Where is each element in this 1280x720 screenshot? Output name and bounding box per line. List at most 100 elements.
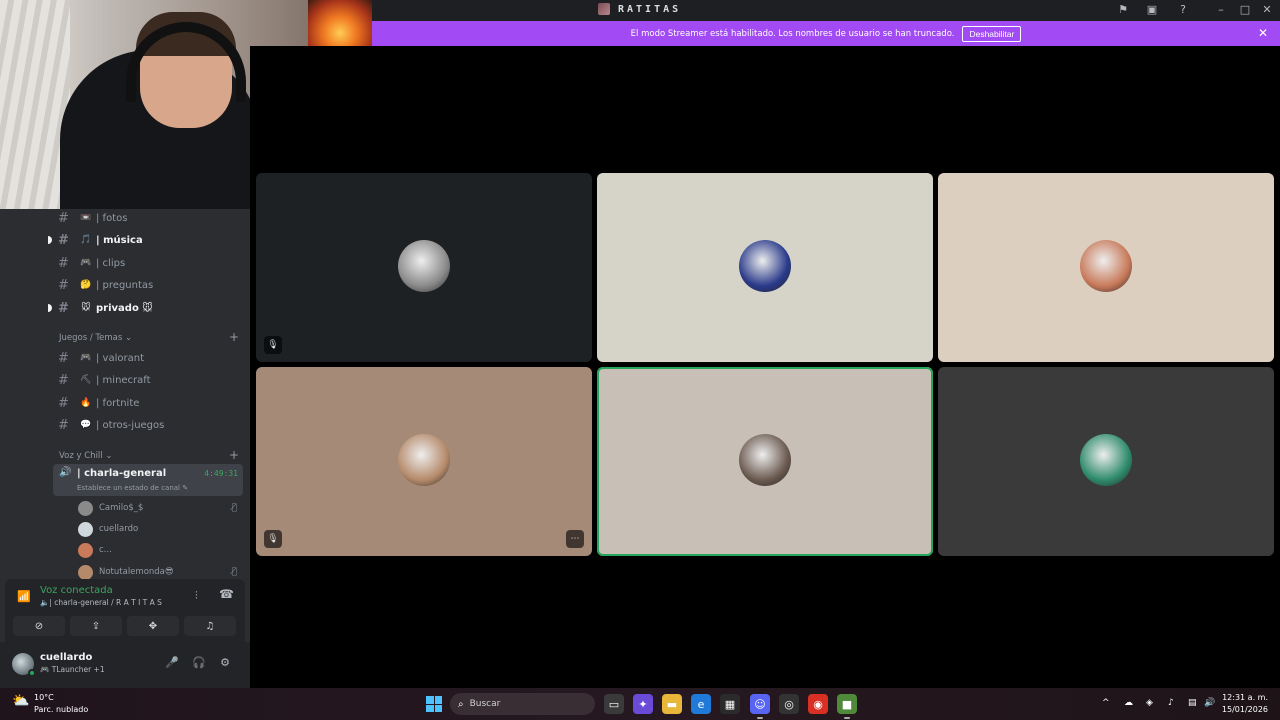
title-bar: RATITAS ⚑ ▣ ? – □ ✕ [372, 0, 1280, 21]
voice-channel-timer: 4:49:31 [204, 469, 238, 478]
participant-tile[interactable] [597, 367, 933, 556]
close-icon[interactable]: ✕ [1260, 3, 1274, 17]
camera-off-button[interactable]: ⊘ [13, 616, 65, 636]
channel-label: | clips [96, 257, 126, 269]
weather-temperature[interactable]: 10°C [34, 693, 54, 702]
start-button[interactable] [426, 696, 442, 712]
minecraft-icon[interactable]: ■ [837, 694, 857, 719]
file-explorer-icon[interactable]: ▬ [662, 694, 682, 714]
channel-valorant[interactable]: # 🎮 | valorant [58, 348, 238, 368]
channel-musica[interactable]: # 🎵 | música [58, 230, 238, 250]
screen-icon[interactable]: ▣ [1145, 3, 1159, 17]
disable-streamer-button[interactable]: Deshabilitar [962, 25, 1022, 42]
disconnect-icon[interactable]: ☎ [219, 587, 234, 601]
taskbar-search[interactable]: ⌕ Buscar [450, 693, 595, 715]
voice-video-grid: 🎙 🎙 ⋯ [250, 46, 1280, 688]
participant-tile[interactable] [938, 367, 1274, 556]
channel-minecraft[interactable]: # ⛏ | minecraft [58, 370, 238, 390]
user-activity-text: TLauncher +1 [51, 665, 105, 674]
channel-fortnite[interactable]: # 🔥 | fortnite [58, 393, 238, 413]
search-placeholder: Buscar [469, 699, 501, 709]
clock-time[interactable]: 12:31 a. m. [1222, 693, 1268, 702]
category-voice[interactable]: Voz y Chill ⌄ + [59, 448, 239, 465]
search-icon: ⌕ [458, 698, 464, 710]
voice-user[interactable]: c... [78, 541, 243, 559]
soundboard-button[interactable]: ♫ [184, 616, 236, 636]
voice-channel-status[interactable]: Establece un estado de canal ✎ [77, 484, 188, 492]
channel-emoji: 🔥 [80, 398, 92, 408]
windows-logo-tile [434, 696, 442, 704]
more-options-button[interactable]: ⋯ [566, 530, 584, 548]
participant-tile[interactable]: 🎙 ⋯ [256, 367, 592, 556]
channel-emoji: 🎮 [80, 353, 92, 363]
channel-preguntas[interactable]: # 🤔 | preguntas [58, 275, 238, 295]
channel-emoji: 💬 [80, 420, 92, 430]
avatar [78, 542, 93, 558]
inbox-icon[interactable]: ⚑ [1116, 3, 1130, 17]
clock-date[interactable]: 15/01/2026 [1222, 705, 1268, 714]
activities-button[interactable]: ✥ [127, 616, 179, 636]
network-icon[interactable]: ▤ [1188, 698, 1197, 708]
windows-taskbar: ⛅ 10°C Parc. nublado ⌕ Buscar ▭ ✦ ▬ e ▦ … [0, 688, 1280, 720]
voice-user[interactable]: cuellardo [78, 520, 243, 538]
participant-tile[interactable] [597, 173, 933, 362]
user-name[interactable]: cuellardo [40, 652, 92, 663]
window-title-text: RATITAS [618, 3, 682, 15]
channel-otros-juegos[interactable]: # 💬 | otros-juegos [58, 415, 238, 435]
gamepad-icon: 🎮 [40, 665, 50, 674]
noise-suppression-icon[interactable]: ⫶ [195, 589, 198, 603]
add-channel-icon[interactable]: + [229, 330, 239, 344]
user-panel: cuellardo 🎮 TLauncher +1 🎤 🎧 ⚙ [0, 642, 250, 688]
voice-user[interactable]: Camilo$_$ 🎙̸ [78, 499, 243, 517]
steam-icon[interactable]: ◎ [779, 694, 799, 714]
tray-app-icon[interactable]: ◈ [1146, 698, 1153, 708]
channel-label: | música [96, 234, 143, 246]
weather-description[interactable]: Parc. nublado [34, 705, 88, 714]
voice-channel-charla-general[interactable]: 🔊 | charla-general 4:49:31 Establece un … [53, 464, 243, 496]
onedrive-icon[interactable]: ☁ [1124, 698, 1133, 708]
edge-browser-icon[interactable]: e [691, 694, 711, 714]
channel-privado[interactable]: # 🐭 privado 🐭 [58, 298, 238, 318]
soundboard-icon: ♫ [205, 620, 215, 632]
participant-tile[interactable] [938, 173, 1274, 362]
participant-tile[interactable]: 🎙 [256, 173, 592, 362]
channel-label: | fotos [96, 212, 128, 224]
channel-emoji: 🐭 [81, 303, 91, 313]
minimize-icon[interactable]: – [1214, 3, 1228, 17]
hash-icon: # [58, 255, 69, 271]
banner-close-icon[interactable]: ✕ [1258, 26, 1268, 40]
channel-fotos[interactable]: # 📼 | fotos [58, 208, 238, 228]
settings-gear-icon[interactable]: ⚙ [217, 656, 233, 672]
weather-icon[interactable]: ⛅ [12, 693, 32, 713]
voice-connected-title[interactable]: Voz conectada [40, 585, 113, 596]
store-icon[interactable]: ▦ [720, 694, 740, 714]
mic-muted-icon: 🎙 [264, 530, 282, 548]
mic-muted-icon: 🎙̸ [231, 567, 237, 577]
chevron-up-icon[interactable]: ^ [1102, 698, 1110, 708]
chrome-icon[interactable]: ◉ [808, 694, 828, 714]
screen-share-button[interactable]: ⇪ [70, 616, 122, 636]
help-icon[interactable]: ? [1176, 3, 1190, 17]
add-channel-icon[interactable]: + [229, 448, 239, 462]
microphone-icon[interactable]: 🎤 [164, 656, 180, 672]
discord-icon[interactable]: ☺ [750, 694, 770, 719]
voice-connected-channel[interactable]: 🔈| charla-general / R A T I T A S [40, 598, 162, 607]
voice-user-name: Camilo$_$ [99, 503, 144, 513]
hash-icon: # [58, 300, 69, 316]
microphone-tray-icon[interactable]: ♪ [1168, 698, 1174, 708]
hash-icon: # [58, 232, 69, 248]
copilot-icon[interactable]: ✦ [633, 694, 653, 714]
category-games[interactable]: Juegos / Temas ⌄ + [59, 330, 239, 347]
signal-icon[interactable]: 📶 [17, 590, 31, 603]
hash-icon: # [58, 210, 69, 226]
volume-icon[interactable]: 🔊 [1204, 698, 1215, 708]
channel-clips[interactable]: # 🎮 | clips [58, 253, 238, 273]
maximize-icon[interactable]: □ [1238, 3, 1252, 17]
avatar [78, 521, 93, 537]
pencil-icon: ✎ [182, 484, 189, 492]
windows-logo-tile [434, 704, 442, 712]
task-view-icon[interactable]: ▭ [604, 694, 624, 714]
headphones-icon[interactable]: 🎧 [191, 656, 207, 672]
channel-label: | minecraft [96, 374, 151, 386]
channel-status-text: Establece un estado de canal [77, 484, 181, 492]
